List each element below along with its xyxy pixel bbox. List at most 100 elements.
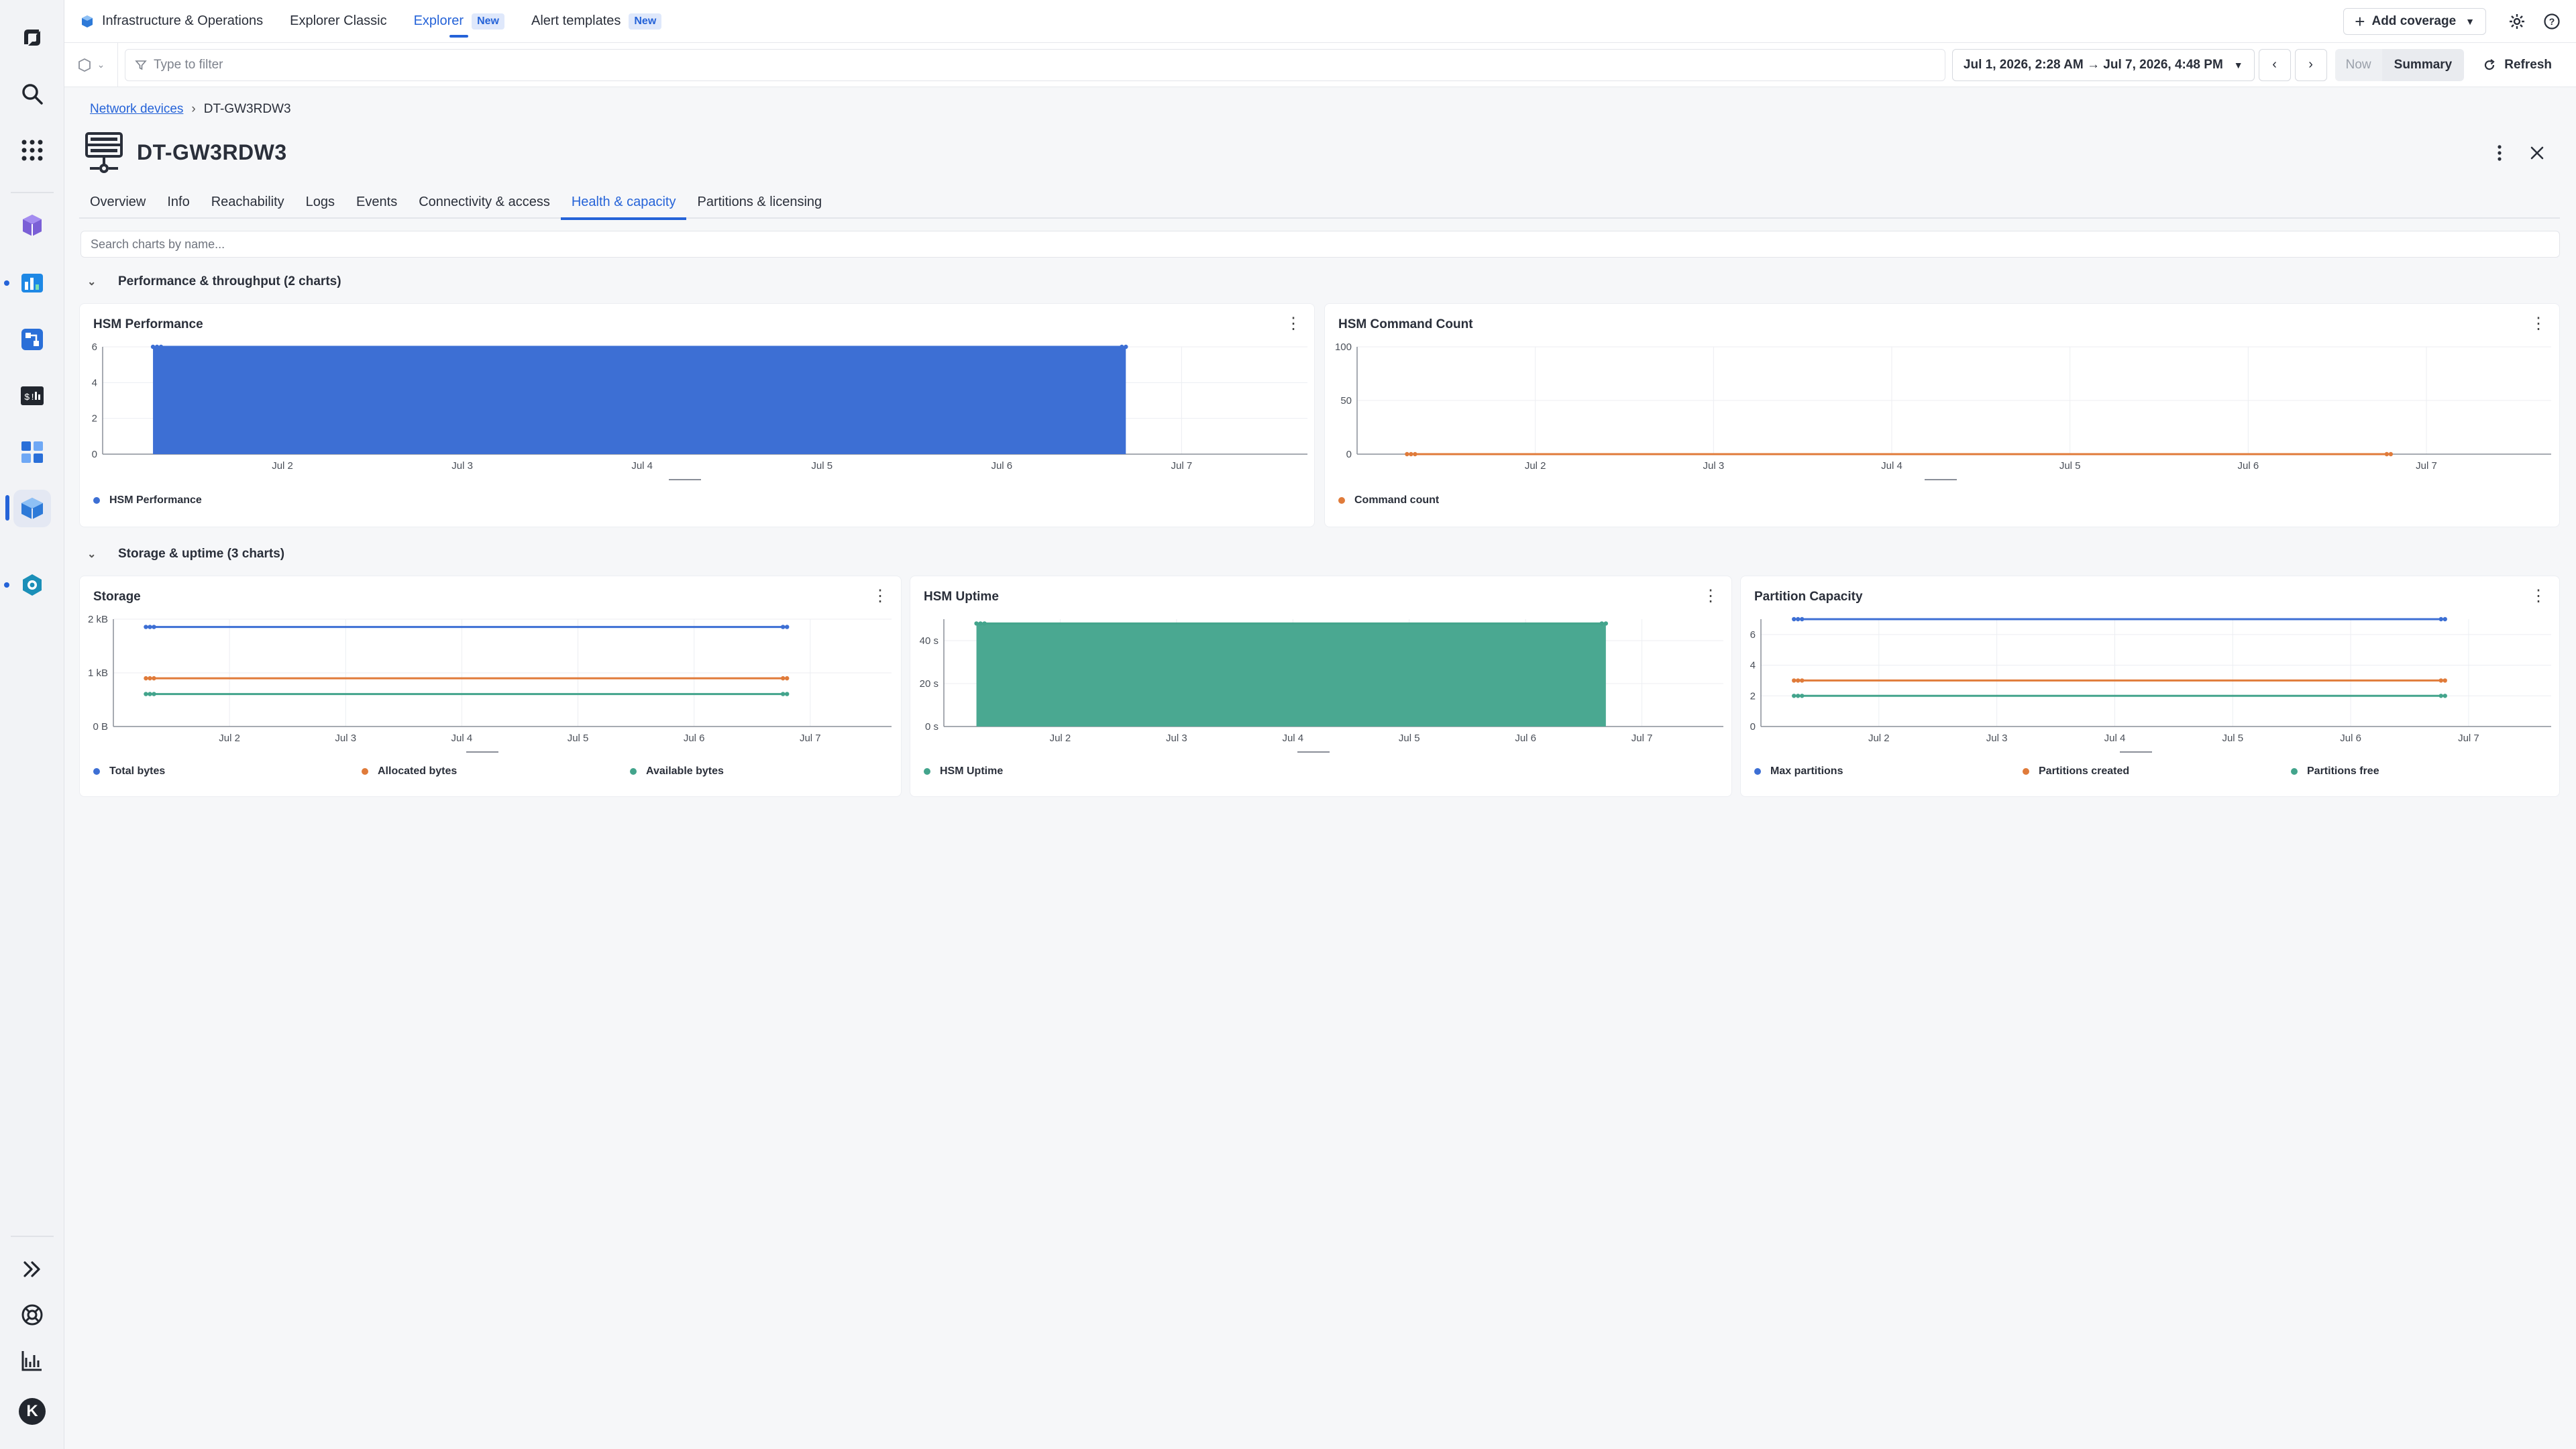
legend-item[interactable]: Allocated bytes	[362, 765, 630, 777]
y-tick-label: 50	[1340, 395, 1352, 407]
data-point-marker	[1792, 694, 1796, 698]
dashboards-app-icon[interactable]	[13, 264, 51, 302]
legend-item[interactable]: Partitions created	[2023, 765, 2291, 777]
chart-plot-storage: 0 B 1 kB 2 kB Jul 2 Jul 3 Jul 4 Jul 5 Jul 6 Jul …	[88, 614, 892, 753]
workflows-app-icon[interactable]	[13, 321, 51, 358]
data-point-marker	[150, 344, 156, 350]
legend-item[interactable]: Available bytes	[630, 765, 724, 777]
data-point-marker	[1405, 451, 1409, 457]
legend-swatch	[93, 768, 100, 775]
chart-more-options-icon[interactable]: ⋮	[2528, 313, 2548, 333]
y-tick-label: 100	[1335, 341, 1352, 353]
cube-app-icon[interactable]	[13, 207, 51, 244]
section-storage-uptime[interactable]: ⌄ Storage & uptime (3 charts)	[87, 542, 284, 566]
chart-legend: Command count	[1338, 494, 1439, 506]
search-icon[interactable]	[13, 75, 51, 113]
legend-item[interactable]: Command count	[1338, 494, 1439, 506]
apps-grid-icon[interactable]	[13, 131, 51, 169]
x-tick-label: Jul 4	[2104, 733, 2126, 744]
tab-connectivity-access[interactable]: Connectivity & access	[408, 185, 561, 219]
legend-label: HSM Uptime	[940, 765, 1004, 777]
app-cube-icon	[82, 15, 93, 28]
legend-item[interactable]: HSM Uptime	[924, 765, 1003, 777]
usage-chart-icon[interactable]	[13, 1342, 51, 1379]
data-point-marker	[2438, 678, 2443, 683]
legend-item[interactable]: Partitions free	[2291, 765, 2379, 777]
data-point-marker	[158, 344, 164, 350]
chart-card-storage: Storage ⋮ 0 B 1 kB 2 kB Jul 2 Jul 3 Jul 4 Jul …	[79, 576, 902, 797]
plus-icon: +	[2355, 11, 2365, 32]
chart-search-input[interactable]: Search charts by name...	[80, 231, 2560, 258]
section-performance-throughput[interactable]: ⌄ Performance & throughput (2 charts)	[87, 270, 341, 294]
timeframe-previous-button[interactable]: ‹	[2258, 48, 2291, 81]
y-tick-label: 20 s	[920, 678, 938, 690]
nav-tab-explorer[interactable]: Explorer New	[414, 0, 504, 43]
timeframe-selector[interactable]: Jul 1, 2026, 2:28 AM → Jul 7, 2026, 4:48…	[1951, 48, 2255, 81]
more-options-icon[interactable]	[2481, 134, 2518, 172]
segment-picker[interactable]: ⌄	[64, 42, 118, 87]
data-point-marker	[144, 692, 148, 696]
data-point-marker	[2384, 451, 2390, 457]
filter-input[interactable]: Type to filter	[125, 48, 1945, 81]
settings-gear-icon[interactable]	[2500, 4, 2534, 39]
tab-reachability[interactable]: Reachability	[201, 185, 295, 219]
x-tick-label: Jul 4	[451, 733, 473, 744]
legend-swatch	[1754, 768, 1761, 775]
y-tick-label: 4	[92, 377, 97, 388]
data-point-marker	[1796, 694, 1801, 698]
avatar-initial: K	[19, 1398, 46, 1425]
help-lifebuoy-icon[interactable]	[13, 1296, 51, 1334]
x-tick-label: Jul 7	[1171, 460, 1193, 472]
timeframe-next-button[interactable]: ›	[2294, 48, 2327, 81]
expand-rail-icon[interactable]	[13, 1250, 51, 1288]
breadcrumb-network-devices-link[interactable]: Network devices	[90, 102, 183, 117]
tab-info[interactable]: Info	[156, 185, 200, 219]
legend-item[interactable]: Total bytes	[93, 765, 362, 777]
area-series-0[interactable]	[153, 347, 1126, 454]
tab-logs[interactable]: Logs	[295, 185, 345, 219]
infra-app-icon[interactable]	[13, 433, 51, 471]
area-series-0[interactable]	[976, 623, 1606, 727]
data-point-marker	[144, 625, 148, 629]
app-title[interactable]: Infrastructure & Operations	[80, 13, 263, 29]
chart-more-options-icon[interactable]: ⋮	[1701, 586, 1721, 606]
data-point-marker	[152, 625, 156, 629]
rail-active-dot-2	[4, 582, 9, 588]
tab-health-capacity[interactable]: Health & capacity	[560, 185, 687, 220]
nav-tab-alert-templates[interactable]: Alert templates New	[531, 0, 662, 43]
data-point-marker	[2438, 616, 2443, 622]
legend-item[interactable]: Max partitions	[1754, 765, 2023, 777]
x-tick-label: Jul 5	[568, 733, 589, 744]
tab-partitions-licensing[interactable]: Partitions & licensing	[686, 185, 833, 219]
tab-events[interactable]: Events	[345, 185, 408, 219]
nav-tab-explorer-classic[interactable]: Explorer Classic	[290, 0, 386, 43]
data-point-marker	[2443, 694, 2447, 698]
summary-button[interactable]: Summary	[2381, 48, 2465, 81]
data-point-marker	[780, 625, 786, 629]
chart-more-options-icon[interactable]: ⋮	[2528, 586, 2548, 606]
legend-item[interactable]: HSM Performance	[93, 494, 202, 506]
add-coverage-button[interactable]: + Add coverage ▼	[2343, 8, 2486, 35]
x-tick-label: Jul 5	[1399, 733, 1420, 744]
chart-more-options-icon[interactable]: ⋮	[870, 586, 890, 606]
now-button[interactable]: Now	[2334, 48, 2382, 81]
user-avatar[interactable]: K	[13, 1393, 51, 1430]
close-icon[interactable]	[2518, 134, 2556, 172]
svg-text:$!: $!	[24, 392, 36, 403]
dynatrace-logo-icon[interactable]	[13, 19, 51, 56]
data-point-marker	[148, 676, 152, 681]
data-point-marker	[144, 676, 148, 681]
help-icon[interactable]: ?	[2534, 4, 2569, 39]
data-point-marker	[780, 676, 786, 681]
refresh-button[interactable]: Refresh	[2472, 49, 2563, 81]
x-tick-label: Jul 3	[1703, 460, 1724, 472]
chart-more-options-icon[interactable]: ⋮	[1283, 313, 1303, 333]
logs-app-icon[interactable]: $!	[13, 377, 51, 415]
data-point-marker	[1796, 678, 1801, 683]
nav-tab-label: Alert templates	[531, 13, 621, 28]
infrastructure-operations-app-icon[interactable]	[13, 490, 51, 527]
tab-overview[interactable]: Overview	[79, 185, 156, 219]
legend-swatch	[630, 768, 637, 775]
x-tick-label: Jul 4	[631, 460, 653, 472]
security-app-icon[interactable]	[13, 566, 51, 604]
